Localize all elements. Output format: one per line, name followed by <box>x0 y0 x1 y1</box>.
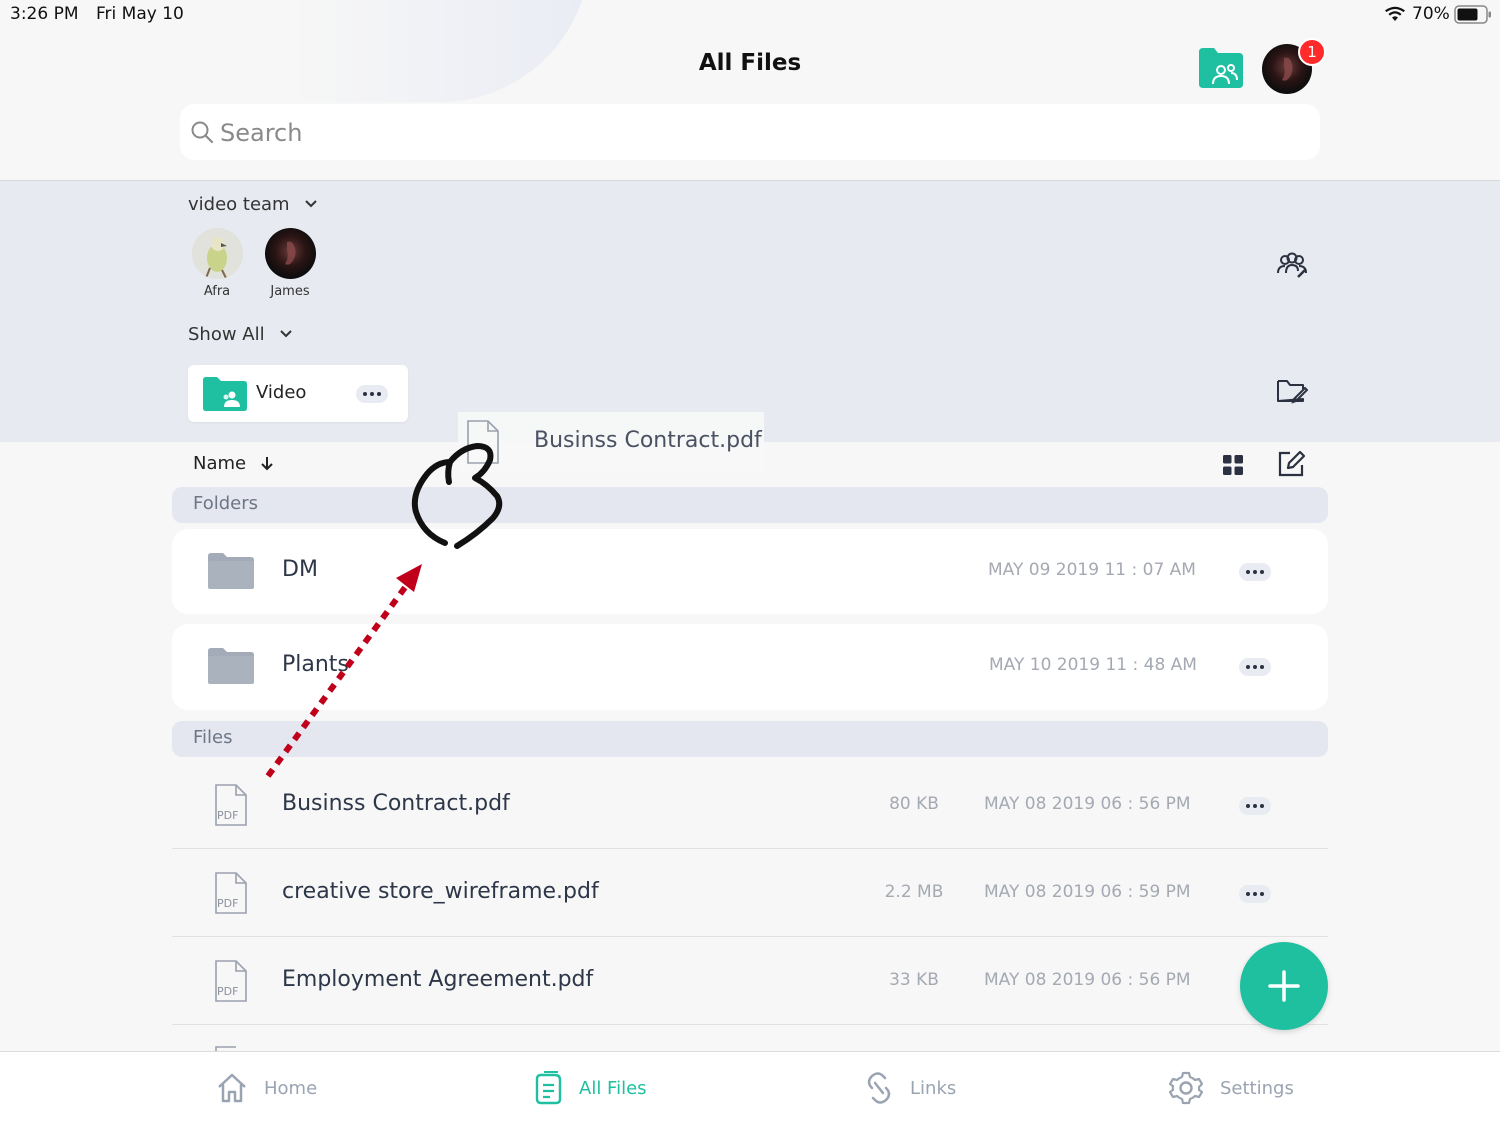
pdf-file-icon: PDF <box>214 959 248 1003</box>
row-divider <box>172 936 1328 937</box>
team-selector[interactable]: video team <box>188 192 318 216</box>
tab-settings[interactable]: Settings <box>1168 1068 1294 1108</box>
pdf-file-icon: PDF <box>214 783 248 827</box>
tab-label: Settings <box>1220 1077 1294 1099</box>
member-avatar-afra[interactable] <box>192 228 243 279</box>
folder-icon <box>208 648 254 684</box>
avatar <box>285 241 296 265</box>
battery-percentage: 70% <box>1412 4 1450 24</box>
file-type-badge: PDF <box>217 985 239 998</box>
file-size: 33 KB <box>889 970 939 990</box>
show-all-toggle[interactable]: Show All <box>188 322 293 346</box>
file-more-button[interactable] <box>1239 797 1271 815</box>
more-icon <box>1260 892 1264 896</box>
edit-icon[interactable] <box>1276 449 1306 479</box>
more-icon <box>377 392 381 396</box>
tab-label: Home <box>264 1077 318 1099</box>
files-section-label: Files <box>193 727 233 748</box>
more-icon <box>1253 570 1257 574</box>
home-icon <box>218 1073 246 1103</box>
file-name: Employment Agreement.pdf <box>282 967 594 992</box>
file-name: Businss Contract.pdf <box>282 791 510 816</box>
file-more-button[interactable] <box>1239 885 1271 903</box>
more-icon <box>1253 665 1257 669</box>
file-size: 2.2 MB <box>884 882 944 902</box>
grid-view-icon[interactable] <box>1222 454 1244 476</box>
folder-date: MAY 10 2019 11 : 48 AM <box>989 655 1197 675</box>
all-files-icon <box>535 1071 562 1105</box>
folders-section-header <box>172 487 1328 523</box>
more-icon <box>370 392 374 396</box>
more-icon <box>1260 804 1264 808</box>
folder-more-button[interactable] <box>1239 563 1271 581</box>
show-all-label: Show All <box>188 323 265 345</box>
more-icon <box>1246 570 1250 574</box>
edit-folder-icon[interactable] <box>1276 377 1308 405</box>
chevron-down-icon <box>279 330 292 338</box>
tab-label: All Files <box>579 1077 647 1099</box>
team-folder-icon <box>203 377 247 411</box>
tab-home[interactable]: Home <box>216 1068 317 1108</box>
hand-drag-icon <box>411 443 503 549</box>
row-divider <box>172 848 1328 849</box>
search-icon <box>191 121 214 144</box>
battery-icon <box>1454 5 1491 24</box>
notification-badge: 1 <box>1298 38 1326 66</box>
sort-control[interactable]: Name <box>193 451 274 475</box>
more-icon <box>1253 804 1257 808</box>
row-divider <box>172 1024 1328 1025</box>
manage-members-icon[interactable] <box>1276 251 1308 279</box>
add-button[interactable] <box>1240 942 1328 1030</box>
drag-direction-arrow <box>265 564 422 778</box>
file-name: creative store_wireframe.pdf <box>282 879 599 904</box>
file-type-badge: PDF <box>217 897 239 910</box>
drag-preview-file-name: Businss Contract.pdf <box>534 428 762 453</box>
file-date: MAY 08 2019 06 : 56 PM <box>984 794 1191 814</box>
more-icon <box>1246 804 1250 808</box>
folder-date: MAY 09 2019 11 : 07 AM <box>988 560 1196 580</box>
wifi-icon <box>1385 6 1405 21</box>
pdf-file-icon: PDF <box>214 871 248 915</box>
team-folder-name: Video <box>256 382 307 403</box>
sort-arrow-icon <box>261 457 273 471</box>
more-icon <box>1253 892 1257 896</box>
more-icon <box>363 392 367 396</box>
file-date: MAY 08 2019 06 : 56 PM <box>984 970 1191 990</box>
links-icon <box>867 1072 891 1104</box>
file-type-badge: PDF <box>217 809 239 822</box>
team-folder-icon <box>1199 48 1243 88</box>
settings-icon <box>1168 1071 1204 1105</box>
plus-icon <box>1268 970 1300 1002</box>
more-icon <box>1260 570 1264 574</box>
more-icon <box>1246 665 1250 669</box>
team-folder-button[interactable] <box>1198 46 1244 90</box>
folder-more-button[interactable] <box>1239 658 1271 676</box>
chevron-down-icon <box>304 200 317 208</box>
status-time: 3:26 PM <box>10 4 79 24</box>
member-name: James <box>270 284 310 299</box>
member-name: Afra <box>203 284 231 299</box>
status-date: Fri May 10 <box>96 4 184 24</box>
tab-links[interactable]: Links <box>864 1068 956 1108</box>
team-folder-more-button[interactable] <box>356 385 388 403</box>
team-name: video team <box>188 193 290 215</box>
folder-icon <box>208 553 254 589</box>
more-icon <box>1260 665 1264 669</box>
sort-label: Name <box>193 452 247 474</box>
file-date: MAY 08 2019 06 : 59 PM <box>984 882 1191 902</box>
search-input[interactable] <box>218 110 1302 156</box>
tab-all-files[interactable]: All Files <box>533 1068 647 1108</box>
avatar <box>192 228 243 279</box>
more-icon <box>1246 892 1250 896</box>
folders-section-label: Folders <box>193 493 259 514</box>
file-size: 80 KB <box>889 794 939 814</box>
member-avatar-james[interactable] <box>265 228 316 279</box>
tab-label: Links <box>910 1077 957 1099</box>
